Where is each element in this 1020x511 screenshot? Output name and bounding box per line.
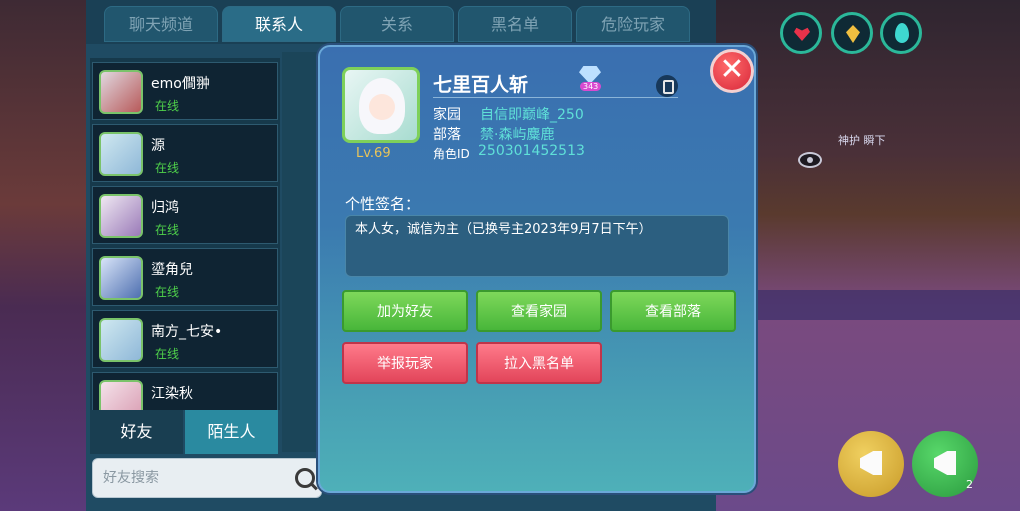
- contact-status: 在线: [155, 161, 180, 175]
- search-icon[interactable]: [295, 468, 315, 488]
- contact-status: 在线: [155, 347, 180, 361]
- contact-status: 在线: [155, 223, 180, 237]
- world-stripe: [715, 290, 1020, 320]
- energy-hud[interactable]: [831, 12, 873, 54]
- home-label: 家园: [433, 107, 461, 123]
- avatar: [99, 70, 143, 114]
- id-label: 角色ID: [433, 147, 470, 161]
- gem-icon: [846, 25, 860, 43]
- list-item[interactable]: 江染秋: [92, 372, 278, 410]
- list-item[interactable]: emo僴翀 在线: [92, 62, 278, 120]
- tab-dangerous-players[interactable]: 危险玩家: [576, 6, 690, 42]
- player-name: 七里百人斩: [433, 74, 529, 96]
- list-item[interactable]: 源 在线: [92, 124, 278, 182]
- health-hud[interactable]: [780, 12, 822, 54]
- avatar: [99, 256, 143, 300]
- list-item[interactable]: 归鸿 在线: [92, 186, 278, 244]
- droplet-icon: [895, 23, 909, 43]
- tab-friends[interactable]: 好友: [90, 410, 183, 454]
- home-value: 自信即巅峰_250: [480, 107, 584, 123]
- close-button[interactable]: ✕: [710, 49, 754, 93]
- tab-bar: 聊天频道 联系人 关系 黑名单 危险玩家: [86, 0, 716, 44]
- tab-strangers[interactable]: 陌生人: [185, 410, 278, 454]
- tab-blacklist[interactable]: 黑名单: [458, 6, 572, 42]
- contact-status: 在线: [155, 285, 180, 299]
- water-hud[interactable]: [880, 12, 922, 54]
- contact-name: 瑬角兒: [151, 262, 193, 278]
- npc-label: 神护 瞬下: [838, 134, 886, 147]
- name-divider: [433, 97, 678, 98]
- blacklist-button[interactable]: 拉入黑名单: [476, 342, 602, 384]
- speaker-count: 2: [966, 478, 973, 491]
- signature-text: 本人女，诚信为主（已换号主2023年9月7日下午）: [355, 222, 652, 237]
- search-input[interactable]: [101, 469, 285, 487]
- avatar: [99, 380, 143, 410]
- list-scroll-track: [282, 52, 318, 452]
- report-player-button[interactable]: 举报玩家: [342, 342, 468, 384]
- contact-name: 南方_七安•: [151, 324, 223, 340]
- player-level: Lv.69: [356, 146, 391, 161]
- friend-search: [92, 458, 322, 498]
- tribe-label: 部落: [433, 127, 461, 143]
- contact-name: 江染秋: [151, 386, 193, 402]
- tab-relations[interactable]: 关系: [340, 6, 454, 42]
- badge-count: 343: [580, 82, 602, 91]
- gem-badge-icon: 343: [576, 66, 606, 94]
- friend-tabs: 好友 陌生人: [90, 410, 280, 454]
- contact-name: 源: [151, 138, 165, 154]
- game-world-left: [0, 0, 90, 511]
- tab-chat-channel[interactable]: 聊天频道: [104, 6, 218, 42]
- avatar: [99, 132, 143, 176]
- view-tribe-button[interactable]: 查看部落: [610, 290, 736, 332]
- contact-list[interactable]: emo僴翀 在线 源 在线 归鸿 在线 瑬角兒 在线 南方_七安• 在线 江染秋: [90, 58, 280, 410]
- eye-icon[interactable]: [798, 152, 822, 168]
- contact-status: 在线: [155, 99, 180, 113]
- tab-contacts[interactable]: 联系人: [222, 6, 336, 42]
- id-value: 250301452513: [478, 143, 585, 159]
- contact-name: 归鸿: [151, 200, 179, 216]
- signature-title: 个性签名：: [345, 195, 421, 213]
- list-item[interactable]: 瑬角兒 在线: [92, 248, 278, 306]
- list-item[interactable]: 南方_七安• 在线: [92, 310, 278, 368]
- heart-icon: [794, 27, 810, 41]
- avatar: [99, 194, 143, 238]
- player-avatar: [342, 67, 420, 143]
- view-home-button[interactable]: 查看家园: [476, 290, 602, 332]
- copy-icon[interactable]: [656, 75, 678, 97]
- contact-name: emo僴翀: [151, 76, 210, 92]
- add-friend-button[interactable]: 加为好友: [342, 290, 468, 332]
- tribe-value: 禁·森屿麋鹿: [480, 127, 555, 143]
- megaphone-button[interactable]: [838, 431, 904, 497]
- avatar: [99, 318, 143, 362]
